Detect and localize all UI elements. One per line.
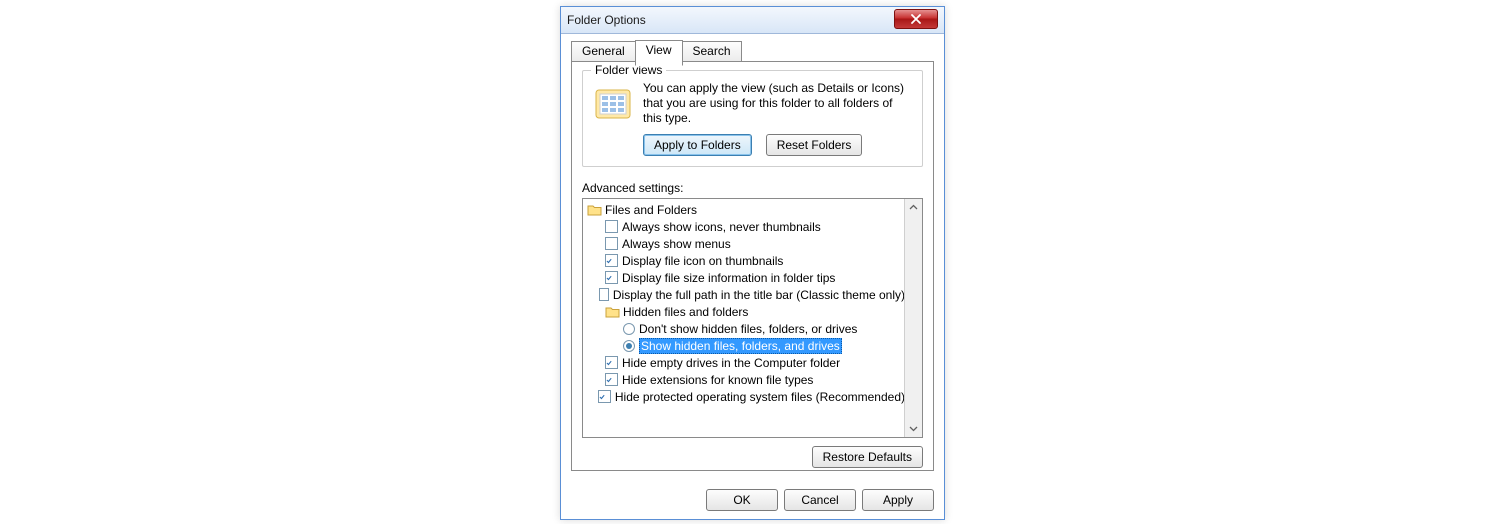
scrollbar[interactable]	[904, 199, 922, 437]
tree-label: Display file icon on thumbnails	[622, 254, 783, 268]
folder-options-dialog: Folder Options General View Search Folde…	[560, 6, 945, 520]
client-area: General View Search Folder views	[561, 34, 944, 519]
opt-file-icon-thumbnails[interactable]: Display file icon on thumbnails	[583, 252, 905, 269]
tree-label-selected: Show hidden files, folders, and drives	[639, 338, 842, 354]
opt-full-path-titlebar[interactable]: Display the full path in the title bar (…	[583, 286, 905, 303]
tree-body: Files and Folders Always show icons, nev…	[583, 199, 905, 437]
checkbox-icon[interactable]	[605, 237, 618, 250]
tree-label: Files and Folders	[605, 203, 697, 217]
opt-always-icons[interactable]: Always show icons, never thumbnails	[583, 218, 905, 235]
chevron-up-icon	[909, 203, 918, 212]
tree-label: Hidden files and folders	[623, 305, 748, 319]
close-button[interactable]	[894, 9, 938, 29]
checkbox-icon[interactable]	[605, 356, 618, 369]
opt-dont-show-hidden[interactable]: Don't show hidden files, folders, or dri…	[583, 320, 905, 337]
cancel-button[interactable]: Cancel	[784, 489, 856, 511]
tab-strip: General View Search	[571, 40, 934, 61]
tree-label: Hide protected operating system files (R…	[615, 390, 905, 404]
tab-view[interactable]: View	[635, 40, 683, 66]
tab-search[interactable]: Search	[682, 41, 742, 62]
opt-show-hidden[interactable]: Show hidden files, folders, and drives	[583, 337, 905, 354]
scroll-up-button[interactable]	[906, 199, 921, 216]
opt-always-menus[interactable]: Always show menus	[583, 235, 905, 252]
opt-hide-protected-os[interactable]: Hide protected operating system files (R…	[583, 388, 905, 405]
advanced-settings-tree[interactable]: Files and Folders Always show icons, nev…	[582, 198, 923, 438]
checkbox-icon[interactable]	[605, 271, 618, 284]
restore-defaults-button[interactable]: Restore Defaults	[812, 446, 923, 468]
ok-button[interactable]: OK	[706, 489, 778, 511]
checkbox-icon[interactable]	[605, 220, 618, 233]
apply-button[interactable]: Apply	[862, 489, 934, 511]
folder-views-icon	[591, 81, 635, 125]
reset-folders-button[interactable]: Reset Folders	[766, 134, 863, 156]
checkbox-icon[interactable]	[605, 254, 618, 267]
advanced-settings-label: Advanced settings:	[582, 181, 923, 195]
tree-label: Display file size information in folder …	[622, 271, 835, 285]
tree-label: Don't show hidden files, folders, or dri…	[639, 322, 857, 336]
folder-views-group: Folder views You can apply the view (suc…	[582, 70, 923, 167]
folder-icon	[587, 203, 602, 216]
radio-icon[interactable]	[623, 323, 635, 335]
opt-hide-empty-drives[interactable]: Hide empty drives in the Computer folder	[583, 354, 905, 371]
apply-to-folders-button[interactable]: Apply to Folders	[643, 134, 752, 156]
tree-label: Hide extensions for known file types	[622, 373, 813, 387]
titlebar[interactable]: Folder Options	[561, 7, 944, 34]
scroll-down-button[interactable]	[906, 420, 921, 437]
tree-root-files-and-folders[interactable]: Files and Folders	[583, 201, 905, 218]
folder-icon	[605, 305, 620, 318]
tab-general[interactable]: General	[571, 41, 636, 62]
tree-label: Hide empty drives in the Computer folder	[622, 356, 840, 370]
checkbox-icon[interactable]	[598, 390, 611, 403]
window-title: Folder Options	[567, 13, 894, 27]
dialog-buttons: OK Cancel Apply	[706, 489, 934, 511]
tab-page-view: Folder views You can apply the view (suc…	[571, 61, 934, 471]
checkbox-icon[interactable]	[605, 373, 618, 386]
tree-label: Always show menus	[622, 237, 731, 251]
close-icon	[911, 14, 921, 24]
tree-group-hidden-files[interactable]: Hidden files and folders	[583, 303, 905, 320]
folder-views-description: You can apply the view (such as Details …	[643, 81, 914, 126]
radio-icon[interactable]	[623, 340, 635, 352]
opt-hide-extensions[interactable]: Hide extensions for known file types	[583, 371, 905, 388]
tree-label: Display the full path in the title bar (…	[613, 288, 905, 302]
tree-label: Always show icons, never thumbnails	[622, 220, 821, 234]
chevron-down-icon	[909, 424, 918, 433]
checkbox-icon[interactable]	[599, 288, 609, 301]
opt-file-size-tips[interactable]: Display file size information in folder …	[583, 269, 905, 286]
